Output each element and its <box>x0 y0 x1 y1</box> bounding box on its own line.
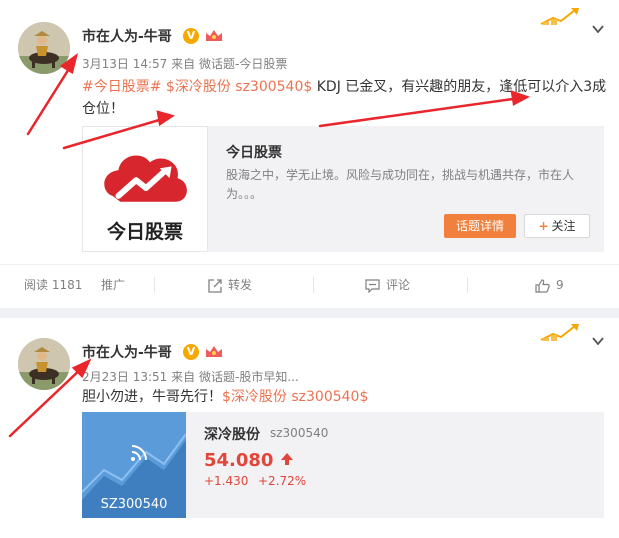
share-card-logo[interactable]: 今日股票 <box>82 126 208 252</box>
divider <box>467 277 468 293</box>
follow-label: 关注 <box>551 219 576 233</box>
trend-up-icon <box>540 324 579 341</box>
share-card-title[interactable]: 今日股票 <box>226 142 282 162</box>
post-date[interactable]: 3月13日 14:57 <box>82 57 167 71</box>
author-name[interactable]: 市在人为-牛哥 <box>82 26 172 46</box>
post-source[interactable]: 微话题-股市早知... <box>199 370 299 384</box>
crown-icon <box>206 346 222 357</box>
stock-card[interactable]: SZ300540 深冷股份 sz300540 54.080 +1.430 +2.… <box>82 412 604 518</box>
post-body: 胆小勿进，牛哥先行！ <box>82 389 222 405</box>
author-name[interactable]: 市在人为-牛哥 <box>82 342 172 362</box>
stock-code: sz300540 <box>270 426 329 440</box>
avatar-image <box>18 22 70 74</box>
topic-link[interactable]: #今日股票# <box>82 79 161 95</box>
chevron-down-icon[interactable] <box>591 22 605 36</box>
verified-badge-icon: V <box>183 28 199 44</box>
share-card[interactable]: 今日股票 今日股票 股海之中，学无止境。风险与成功同在，挑战与机遇共存，市在人为… <box>82 126 604 252</box>
post-text: #今日股票# $深冷股份 sz300540$ KDJ 已金叉，有兴趣的朋友，逢低… <box>82 76 610 120</box>
source-prefix: 来自 <box>171 370 196 384</box>
comment-icon <box>365 278 380 293</box>
stock-link[interactable]: $深冷股份 sz300540$ <box>166 79 312 95</box>
thumbs-up-icon <box>535 278 550 293</box>
repost-button[interactable]: 转发 <box>208 265 252 305</box>
action-bar: 阅读 1181 推广 转发 评论 9 <box>0 264 619 304</box>
source-prefix: 来自 <box>171 57 196 71</box>
avatar[interactable] <box>18 338 70 390</box>
post-meta: 2月23日 13:51 来自 微话题-股市早知... <box>82 368 299 385</box>
stock-change-percent: +2.72% <box>258 474 307 488</box>
arrow-up-icon <box>280 453 293 465</box>
post-text: 胆小勿进，牛哥先行！$深冷股份 sz300540$ <box>82 386 610 408</box>
trend-up-icon <box>540 8 579 25</box>
topic-details-button[interactable]: 话题详情 <box>444 214 516 238</box>
divider <box>313 277 314 293</box>
post-source[interactable]: 微话题-今日股票 <box>199 57 287 71</box>
stock-name[interactable]: 深冷股份 <box>204 424 260 444</box>
like-button[interactable]: 9 <box>535 265 564 305</box>
plus-icon: + <box>538 219 549 233</box>
post-meta: 3月13日 14:57 来自 微话题-今日股票 <box>82 55 287 72</box>
stock-image-code: SZ300540 <box>100 497 168 512</box>
divider <box>154 277 155 293</box>
read-count-value: 1181 <box>51 278 83 292</box>
comment-button[interactable]: 评论 <box>365 265 410 305</box>
repost-label: 转发 <box>228 278 253 292</box>
chevron-down-icon[interactable] <box>591 334 605 348</box>
post-card-1: 市在人为-牛哥 V 3月13日 14:57 来自 微话题-今日股票 #今日股票#… <box>0 0 619 308</box>
stock-price-value: 54.080 <box>204 450 274 471</box>
stock-card-image[interactable]: SZ300540 <box>82 412 186 518</box>
repost-icon <box>208 278 222 293</box>
logo-text: 今日股票 <box>106 221 183 243</box>
like-count: 9 <box>556 278 564 292</box>
post-body: KDJ 已金叉，有兴趣的朋友，逢低可以介入3成仓位！ <box>82 79 607 117</box>
stock-link[interactable]: $深冷股份 sz300540$ <box>222 389 368 405</box>
promote-button[interactable]: 推广 <box>101 265 125 305</box>
avatar[interactable] <box>18 22 70 74</box>
avatar-image <box>18 338 70 390</box>
crown-icon <box>206 30 222 41</box>
verified-badge-icon: V <box>183 344 199 360</box>
stock-change: +1.430 <box>204 474 249 488</box>
share-card-description: 股海之中，学无止境。风险与成功同在，挑战与机遇共存，市在人为。。。 <box>226 168 575 201</box>
comment-label: 评论 <box>386 278 411 292</box>
read-count: 阅读 1181 <box>24 265 82 305</box>
stock-price: 54.080 <box>204 450 294 471</box>
read-label: 阅读 <box>24 278 49 292</box>
post-card-2: 市在人为-牛哥 V 2月23日 13:51 来自 微话题-股市早知... 胆小勿… <box>0 318 619 538</box>
post-date[interactable]: 2月23日 13:51 <box>82 370 167 384</box>
follow-button[interactable]: + 关注 <box>524 214 590 238</box>
